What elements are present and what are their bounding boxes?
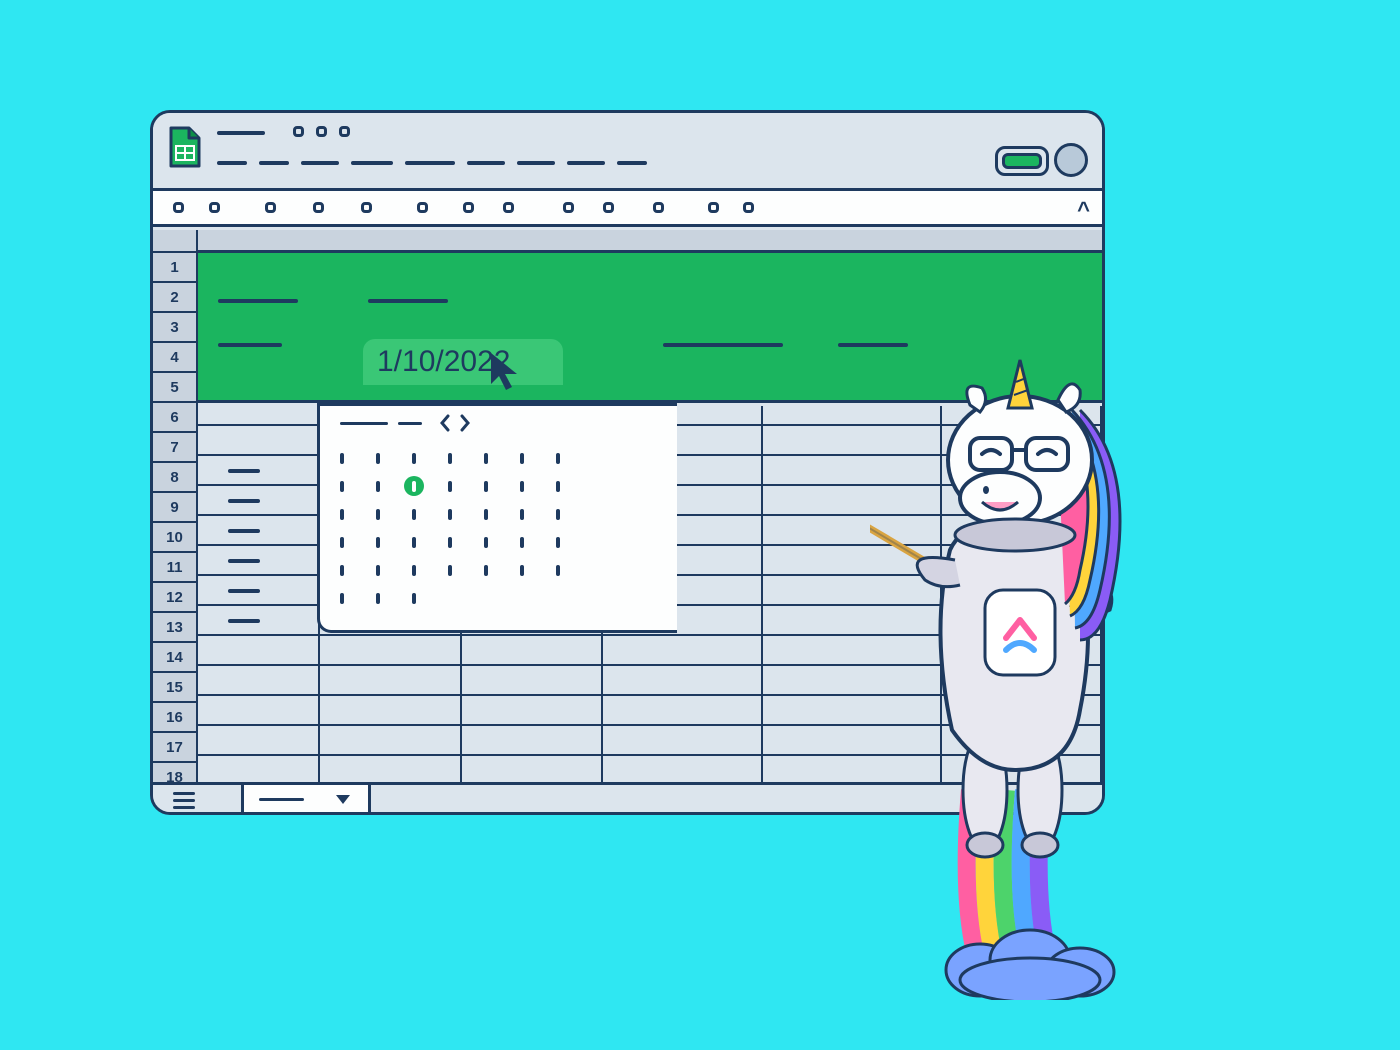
row-number[interactable]: 17 (153, 733, 198, 763)
row-number[interactable]: 11 (153, 553, 198, 583)
cursor-icon (488, 350, 528, 394)
row-number[interactable]: 15 (153, 673, 198, 703)
row-number[interactable]: 9 (153, 493, 198, 523)
folder-icon[interactable] (316, 126, 327, 137)
date-picker-popup[interactable] (317, 403, 677, 633)
sheet-tab[interactable] (241, 785, 371, 815)
toolbar-button[interactable] (265, 202, 276, 213)
row-number[interactable]: 5 (153, 373, 198, 403)
row-number[interactable]: 1 (153, 253, 198, 283)
chevron-right-icon (462, 416, 468, 430)
row-number[interactable]: 3 (153, 313, 198, 343)
row-number[interactable]: 13 (153, 613, 198, 643)
unicorn-mascot (870, 350, 1190, 1000)
row-number[interactable]: 7 (153, 433, 198, 463)
share-button[interactable] (1002, 153, 1042, 169)
toolbar-button[interactable] (603, 202, 614, 213)
calendar-grid[interactable] (340, 444, 560, 612)
google-sheets-icon (169, 126, 201, 168)
toolbar-button[interactable] (417, 202, 428, 213)
titlebar (153, 113, 1102, 191)
toolbar-button[interactable] (563, 202, 574, 213)
row-number[interactable]: 4 (153, 343, 198, 373)
toolbar-button[interactable] (708, 202, 719, 213)
row-number[interactable]: 6 (153, 403, 198, 433)
chevron-left-icon (442, 416, 448, 430)
row-number[interactable]: 2 (153, 283, 198, 313)
row-number-gutter: 1 2 3 4 5 6 7 8 9 10 11 12 13 14 15 16 1… (153, 230, 198, 782)
toolbar-button[interactable] (173, 202, 184, 213)
toolbar-button[interactable] (209, 202, 220, 213)
toolbar-button[interactable] (743, 202, 754, 213)
row-number[interactable]: 10 (153, 523, 198, 553)
row-number[interactable]: 16 (153, 703, 198, 733)
date-input-cell[interactable]: 1/10/2022 (363, 339, 563, 385)
toolbar-button[interactable] (313, 202, 324, 213)
sheet-tab-menu-icon[interactable] (336, 795, 350, 804)
month-nav[interactable] (440, 414, 480, 432)
selected-date[interactable] (404, 476, 424, 496)
cloud-icon[interactable] (339, 126, 350, 137)
toolbar-collapse-icon[interactable]: ^ (1077, 197, 1090, 223)
account-avatar[interactable] (1054, 143, 1088, 177)
toolbar-button[interactable] (653, 202, 664, 213)
row-number[interactable]: 8 (153, 463, 198, 493)
toolbar-button[interactable] (361, 202, 372, 213)
toolbar: ^ (153, 191, 1102, 227)
sheet-tab-label (259, 798, 304, 801)
row-number[interactable]: 12 (153, 583, 198, 613)
row-number[interactable]: 14 (153, 643, 198, 673)
all-sheets-icon[interactable] (173, 792, 195, 813)
toolbar-button[interactable] (503, 202, 514, 213)
toolbar-button[interactable] (463, 202, 474, 213)
select-all-cell[interactable] (153, 230, 198, 253)
star-icon[interactable] (293, 126, 304, 137)
column-header-row (198, 230, 1102, 253)
